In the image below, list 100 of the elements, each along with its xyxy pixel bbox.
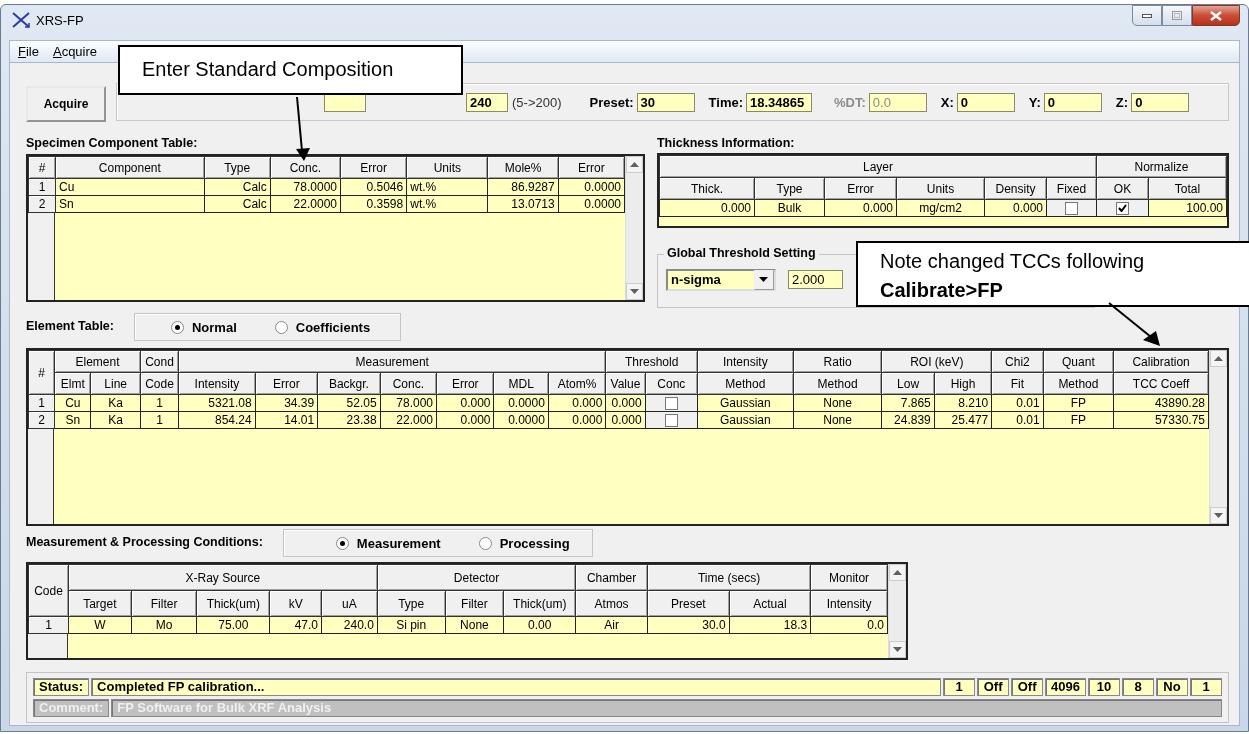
group-title: Global Threshold Setting	[664, 245, 819, 260]
column-header[interactable]: #	[28, 156, 56, 179]
column-header[interactable]: ROI (keV)	[881, 350, 992, 373]
radio-button[interactable]: Normal	[171, 319, 237, 335]
status-indicator: Off	[1011, 678, 1044, 696]
dropdown[interactable]: n-sigma	[666, 268, 776, 291]
field-label: Z:	[1115, 94, 1129, 110]
field-label: Preset:	[589, 94, 634, 110]
acquire-button[interactable]: Acquire	[26, 86, 106, 122]
column-header[interactable]: Threshold	[605, 350, 698, 373]
scrollbar[interactable]	[888, 564, 906, 658]
maximize-button[interactable]	[1162, 5, 1192, 26]
input-field[interactable]: 30	[636, 92, 695, 112]
column-header[interactable]: Time (secs)	[647, 564, 811, 591]
close-button[interactable]	[1192, 5, 1240, 26]
column-header[interactable]: Error	[558, 156, 625, 179]
column-header[interactable]: Cond	[140, 350, 179, 373]
checkbox[interactable]	[1065, 201, 1078, 215]
section-title: Element Table:	[26, 317, 114, 335]
callout: Note changed TCCs following Calibrate>FP	[856, 241, 1249, 307]
radio-button[interactable]: Processing	[478, 535, 570, 551]
scroll-down-button[interactable]	[626, 283, 643, 300]
field-label: Y:	[1028, 94, 1041, 110]
down-arrow-icon	[1214, 513, 1223, 518]
minimize-button[interactable]	[1132, 5, 1162, 26]
status-text: Completed FP calibration...	[91, 678, 942, 696]
column-header[interactable]: Normalize	[1096, 155, 1227, 178]
column-header[interactable]: Component	[55, 156, 205, 179]
maximize-icon	[1172, 11, 1182, 20]
column-header[interactable]: Intensity	[697, 350, 794, 373]
scroll-up-button[interactable]	[626, 156, 643, 173]
column-header[interactable]: Ratio	[793, 350, 882, 373]
status-indicator: Off	[977, 678, 1010, 696]
column-header[interactable]: Quant	[1043, 350, 1114, 373]
column-header[interactable]: Chamber	[575, 564, 648, 591]
column-header[interactable]: Intensity	[810, 590, 888, 617]
column-header[interactable]: Thick(um)	[196, 590, 270, 617]
input-field[interactable]: 0	[956, 92, 1015, 112]
column-header[interactable]: Preset	[647, 590, 730, 617]
scroll-down-button[interactable]	[889, 641, 906, 658]
callout-arrow	[1108, 302, 1160, 346]
minimize-icon	[1142, 13, 1152, 18]
column-header[interactable]: Units	[406, 156, 488, 179]
section-title: Thickness Information:	[657, 135, 796, 152]
window-title: XRS-FP	[36, 12, 84, 28]
column-header[interactable]: Thick.	[659, 177, 755, 200]
menu-item[interactable]: File	[18, 44, 39, 59]
checkbox[interactable]	[1116, 201, 1129, 215]
input-field[interactable]: 2.000	[788, 270, 843, 290]
column-header[interactable]: Chi2	[991, 350, 1044, 373]
column-header[interactable]: Detector	[377, 564, 576, 591]
column-header[interactable]: Calibration	[1113, 350, 1209, 373]
scrollbar[interactable]	[625, 156, 643, 300]
column-header[interactable]: Conc.	[270, 156, 341, 179]
scrollbar[interactable]	[1209, 350, 1227, 524]
caret-icon	[759, 277, 769, 283]
field-label: X:	[940, 94, 954, 110]
field-label: Time:	[708, 94, 743, 110]
field-label: %DT:	[834, 94, 866, 110]
status-indicator: 1	[1190, 678, 1222, 696]
column-header[interactable]: Code	[28, 564, 69, 617]
callout-arrow	[296, 96, 310, 161]
input-field[interactable]: 18.34865	[746, 92, 812, 112]
column-header[interactable]: Mole%	[488, 156, 559, 179]
column-header[interactable]: Actual	[729, 590, 811, 617]
row-header-strip	[28, 634, 68, 658]
checkbox[interactable]	[664, 396, 678, 410]
column-header[interactable]: Type	[204, 156, 271, 179]
up-arrow-icon	[630, 162, 639, 167]
status-indicator: 8	[1122, 678, 1154, 696]
radio-button[interactable]: Measurement	[335, 535, 441, 551]
column-header[interactable]: Thick(um)	[503, 590, 576, 617]
column-header[interactable]: #	[28, 350, 55, 395]
column-header[interactable]: Monitor	[810, 564, 888, 591]
scroll-up-button[interactable]	[889, 564, 906, 581]
radio-button[interactable]: Coefficients	[274, 319, 371, 335]
checkmark-icon	[1118, 204, 1127, 213]
app-icon	[11, 11, 31, 29]
status-label: Status:	[33, 678, 90, 696]
input-field[interactable]: 0	[1131, 92, 1190, 112]
range-text: (5->200)	[512, 94, 562, 110]
column-header[interactable]: Measurement	[178, 350, 606, 373]
column-header[interactable]: Element	[54, 350, 141, 373]
down-arrow-icon	[893, 647, 902, 652]
callout: Enter Standard Composition	[118, 45, 463, 95]
menu-item[interactable]: Acquire	[52, 44, 98, 59]
checkbox[interactable]	[664, 413, 678, 427]
status-indicator: 10	[1088, 678, 1120, 696]
section-title: Measurement & Processing Conditions:	[26, 533, 263, 551]
column-header[interactable]: Type	[377, 590, 445, 617]
scroll-up-button[interactable]	[1210, 350, 1227, 367]
status-indicator: No	[1156, 678, 1188, 696]
column-header[interactable]: Atmos	[575, 590, 648, 617]
column-header[interactable]: Layer	[659, 155, 1097, 178]
section-title: Specimen Component Table:	[26, 135, 199, 152]
column-header[interactable]: Error	[340, 156, 407, 179]
column-header[interactable]: X-Ray Source	[68, 564, 378, 591]
scroll-down-button[interactable]	[1210, 507, 1227, 524]
input-field[interactable]: 0	[1043, 92, 1102, 112]
input-field[interactable]: 240	[466, 92, 508, 112]
